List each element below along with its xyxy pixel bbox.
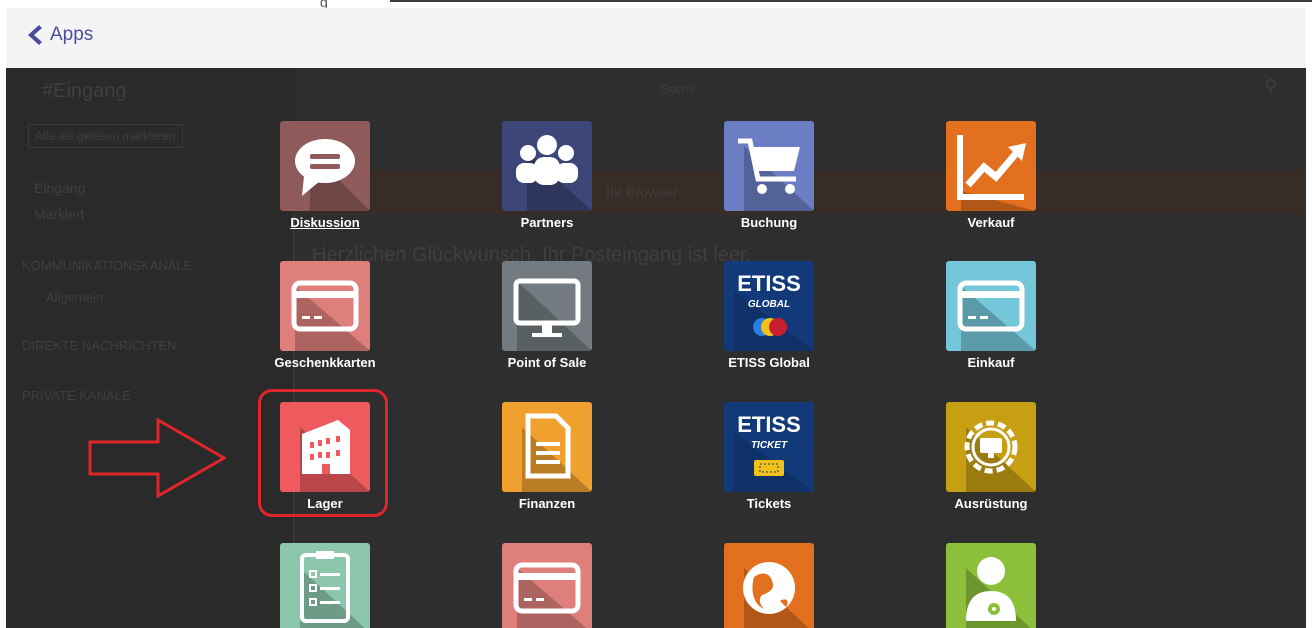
app-label: Point of Sale xyxy=(507,355,587,370)
app-tile-unlabeled-15[interactable] xyxy=(911,543,1071,628)
app-label: Ausrüstung xyxy=(954,496,1028,511)
gear-monitor-icon xyxy=(946,402,1036,492)
sales-chart-icon xyxy=(946,121,1036,211)
app-label: Tickets xyxy=(746,496,792,511)
card-icon xyxy=(502,543,592,628)
document-icon xyxy=(502,402,592,492)
app-tile-buchung[interactable]: Buchung xyxy=(689,121,849,230)
private-channels-heading: PRIVATE KANÄLE xyxy=(22,388,131,403)
search-icon: ⚲ xyxy=(1264,76,1278,96)
app-tile-point-of-sale[interactable]: Point of Sale xyxy=(467,261,627,370)
highlight-box xyxy=(258,389,388,517)
inbox-item: Eingang xyxy=(34,180,86,196)
discussion-icon xyxy=(280,121,370,211)
etiss-ticket-icon: ETISS TICKET xyxy=(724,402,814,492)
chevron-left-icon xyxy=(28,25,42,45)
app-label: Partners xyxy=(520,215,574,230)
app-tile-partners[interactable]: Partners xyxy=(467,121,627,230)
app-tile-etiss-global[interactable]: ETISS GLOBAL ETISS Global xyxy=(689,261,849,370)
mark-read-button: Alle als gelesen markieren xyxy=(28,124,183,148)
channel-general: Allgemein xyxy=(46,290,104,305)
app-label: ETISS Global xyxy=(728,355,810,370)
top-border xyxy=(390,0,1312,2)
svg-text:ETISS: ETISS xyxy=(737,412,801,437)
channels-heading: KOMMUNIKATIONSKANÄLE xyxy=(22,258,193,273)
app-tile-unlabeled-12[interactable] xyxy=(245,543,405,628)
app-label: Buchung xyxy=(740,215,798,230)
user-gear-icon xyxy=(946,543,1036,628)
app-tile-finanzen[interactable]: Finanzen xyxy=(467,402,627,511)
globe-icon xyxy=(724,543,814,628)
dimmed-discuss-background: #Eingang Alle als gelesen markieren Such… xyxy=(6,68,1306,628)
card-icon xyxy=(280,261,370,351)
app-tile-einkauf[interactable]: Einkauf xyxy=(911,261,1071,370)
back-label: Apps xyxy=(50,24,94,45)
app-tile-unlabeled-14[interactable] xyxy=(689,543,849,628)
arrow-right-icon xyxy=(88,418,228,498)
starred-item: Markiert xyxy=(34,206,85,222)
apps-header: Apps xyxy=(6,8,1306,69)
app-tile-unlabeled-13[interactable] xyxy=(467,543,627,628)
app-label: Einkauf xyxy=(967,355,1015,370)
search-placeholder: Suche ... xyxy=(661,82,709,96)
app-tile-tickets[interactable]: ETISS TICKET Tickets xyxy=(689,402,849,511)
svg-text:TICKET: TICKET xyxy=(751,440,788,451)
svg-text:ETISS: ETISS xyxy=(737,271,801,296)
app-tile-verkauf[interactable]: Verkauf xyxy=(911,121,1071,230)
card-icon xyxy=(946,261,1036,351)
app-tile-geschenkkarten[interactable]: Geschenkkarten xyxy=(245,261,405,370)
monitor-icon xyxy=(502,261,592,351)
cart-icon xyxy=(724,121,814,211)
app-label: Finanzen xyxy=(518,496,576,511)
app-label: Geschenkkarten xyxy=(274,355,376,370)
partners-icon xyxy=(502,121,592,211)
back-to-apps-button[interactable]: Apps xyxy=(24,24,93,46)
app-label: Verkauf xyxy=(967,215,1015,230)
direct-messages-heading: DIREKTE NACHRICHTEN xyxy=(22,338,177,353)
etiss-global-icon: ETISS GLOBAL xyxy=(724,261,814,351)
app-tile-ausrüstung[interactable]: Ausrüstung xyxy=(911,402,1071,511)
app-label: Diskussion xyxy=(290,215,360,230)
svg-text:GLOBAL: GLOBAL xyxy=(748,299,790,310)
app-window: Apps #Eingang Alle als gelesen markieren… xyxy=(6,8,1306,628)
discuss-title: #Eingang xyxy=(42,80,127,102)
checklist-icon xyxy=(280,543,370,628)
app-tile-diskussion[interactable]: Diskussion xyxy=(245,121,405,230)
